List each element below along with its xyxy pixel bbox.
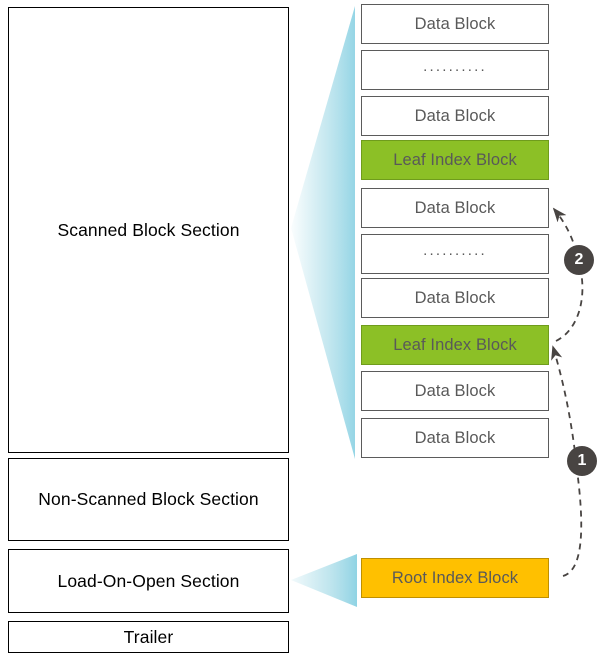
diagram-canvas: Scanned Block Section Non-Scanned Block … — [0, 0, 602, 659]
section-scanned-block-label: Scanned Block Section — [57, 219, 240, 240]
block-label: .......... — [423, 241, 487, 259]
section-load-on-open-label: Load-On-Open Section — [57, 570, 240, 591]
block-root-index: Root Index Block — [361, 558, 549, 598]
section-trailer-label: Trailer — [123, 626, 174, 647]
block-data-1: Data Block — [361, 4, 549, 44]
step-badge-1-label: 1 — [577, 452, 587, 469]
block-label: Data Block — [414, 428, 496, 447]
wedge-scanned-section — [291, 6, 355, 459]
block-data-5: Data Block — [361, 371, 549, 411]
step-badge-1: 1 — [567, 446, 597, 476]
block-data-3: Data Block — [361, 188, 549, 228]
block-label: .......... — [423, 57, 487, 75]
block-leaf-index-1: Leaf Index Block — [361, 140, 549, 180]
block-label: Data Block — [414, 14, 496, 33]
step-badge-2: 2 — [564, 245, 594, 275]
block-label: Data Block — [414, 106, 496, 125]
block-ellipsis-2: .......... — [361, 234, 549, 274]
block-label: Data Block — [414, 288, 496, 307]
block-leaf-index-2: Leaf Index Block — [361, 325, 549, 365]
arrow-step-2 — [552, 207, 584, 342]
block-label: Data Block — [414, 198, 496, 217]
section-trailer: Trailer — [8, 621, 289, 653]
wedge-load-on-open — [291, 554, 357, 607]
block-label: Leaf Index Block — [393, 150, 517, 169]
block-label: Root Index Block — [391, 568, 519, 587]
section-scanned-block: Scanned Block Section — [8, 7, 289, 453]
block-data-4: Data Block — [361, 278, 549, 318]
block-data-6: Data Block — [361, 418, 549, 458]
section-load-on-open: Load-On-Open Section — [8, 549, 289, 613]
section-non-scanned-block: Non-Scanned Block Section — [8, 458, 289, 541]
block-label: Leaf Index Block — [393, 335, 517, 354]
step-badge-2-label: 2 — [574, 251, 584, 268]
block-data-2: Data Block — [361, 96, 549, 136]
section-non-scanned-block-label: Non-Scanned Block Section — [38, 489, 259, 509]
block-label: Data Block — [414, 381, 496, 400]
block-ellipsis-1: .......... — [361, 50, 549, 90]
